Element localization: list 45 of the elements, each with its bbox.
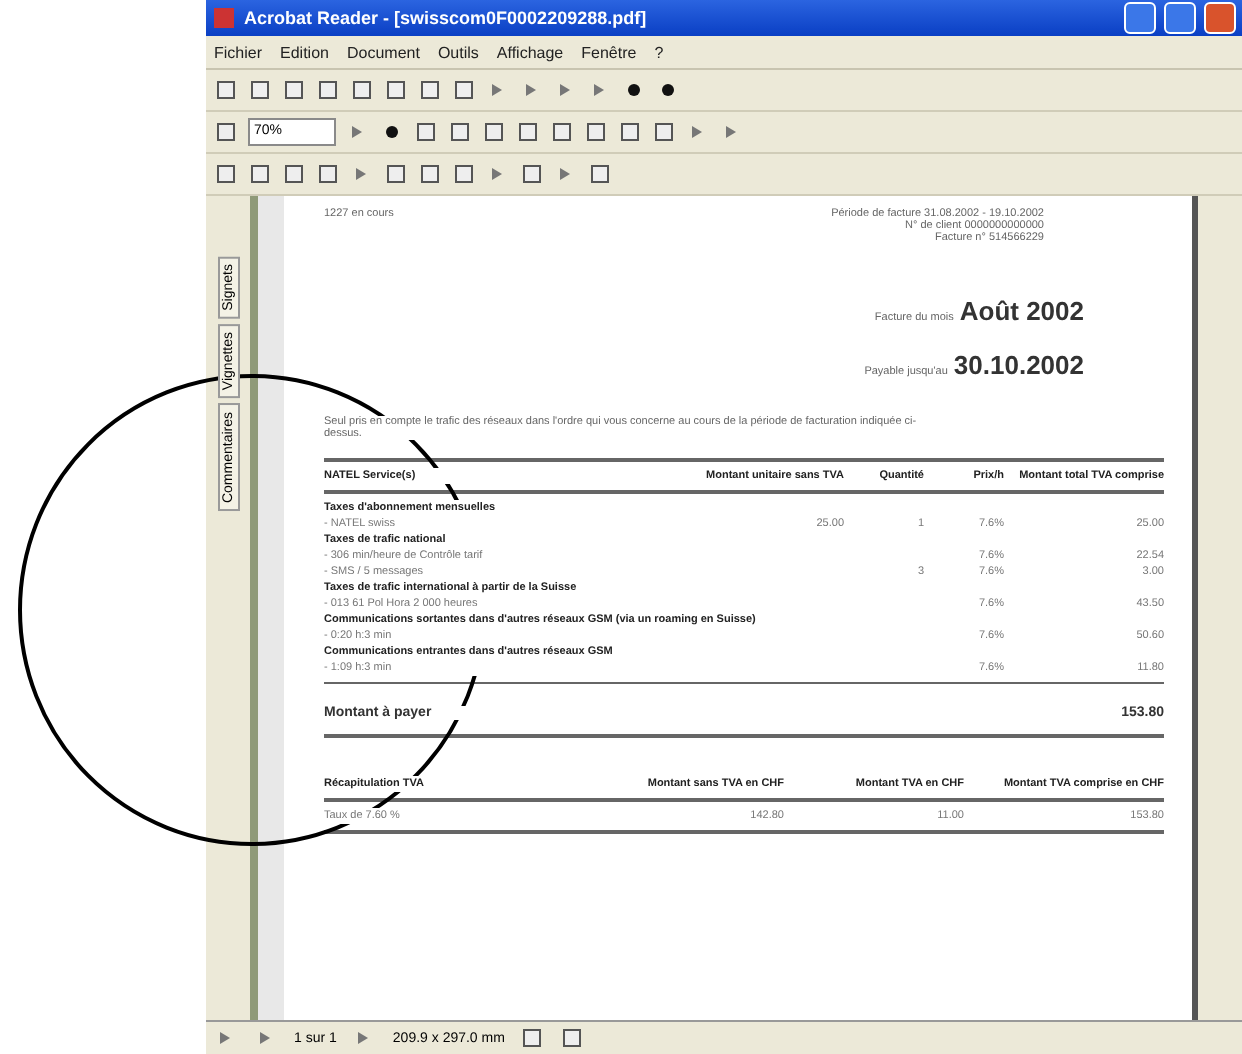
document-icon[interactable] xyxy=(584,120,608,144)
document-icon[interactable] xyxy=(560,1026,585,1050)
document-icon[interactable] xyxy=(618,120,642,144)
document-icon[interactable] xyxy=(316,162,340,186)
document-icon[interactable] xyxy=(384,162,408,186)
document-icon[interactable] xyxy=(452,162,476,186)
menu-item[interactable]: Outils xyxy=(437,43,479,61)
document-icon[interactable] xyxy=(652,120,676,144)
document-icon[interactable] xyxy=(448,120,472,144)
document-icon[interactable] xyxy=(350,78,374,102)
due-date: 30.10.2002 xyxy=(953,350,1084,380)
document-icon[interactable] xyxy=(384,78,408,102)
document-icon[interactable] xyxy=(418,78,442,102)
document-icon[interactable] xyxy=(588,162,612,186)
menu-item[interactable]: Affichage xyxy=(496,43,564,61)
invoice-month: Août 2002 xyxy=(959,296,1084,326)
document-icon[interactable] xyxy=(282,162,306,186)
document-icon[interactable] xyxy=(248,78,272,102)
app-icon xyxy=(212,6,236,30)
document-icon[interactable] xyxy=(248,162,272,186)
menu-item[interactable]: Document xyxy=(346,43,420,61)
document-icon[interactable] xyxy=(520,162,544,186)
maximize-button[interactable] xyxy=(1164,2,1196,34)
document-icon[interactable] xyxy=(214,78,238,102)
dot-icon[interactable] xyxy=(380,120,404,144)
document-icon[interactable] xyxy=(516,120,540,144)
document-icon[interactable] xyxy=(452,78,476,102)
document-icon[interactable] xyxy=(282,78,306,102)
window-title: Acrobat Reader - [swisscom0F0002209288.pdf] xyxy=(244,8,649,28)
document-icon[interactable] xyxy=(482,120,506,144)
dot-icon[interactable] xyxy=(622,78,646,102)
close-button[interactable] xyxy=(1204,2,1236,34)
menu-item[interactable]: ? xyxy=(654,43,664,61)
document-icon[interactable] xyxy=(418,162,442,186)
document-icon[interactable] xyxy=(316,78,340,102)
minimize-button[interactable] xyxy=(1124,2,1156,34)
document-icon[interactable] xyxy=(550,120,574,144)
menu-item[interactable]: Fenêtre xyxy=(581,43,637,61)
document-icon[interactable] xyxy=(214,120,238,144)
menu-item[interactable]: Fichier xyxy=(214,43,263,61)
document-icon[interactable] xyxy=(414,120,438,144)
dot-icon[interactable] xyxy=(656,78,680,102)
document-icon[interactable] xyxy=(214,162,238,186)
document-icon[interactable] xyxy=(520,1026,545,1050)
menu-item[interactable]: Edition xyxy=(280,43,329,61)
